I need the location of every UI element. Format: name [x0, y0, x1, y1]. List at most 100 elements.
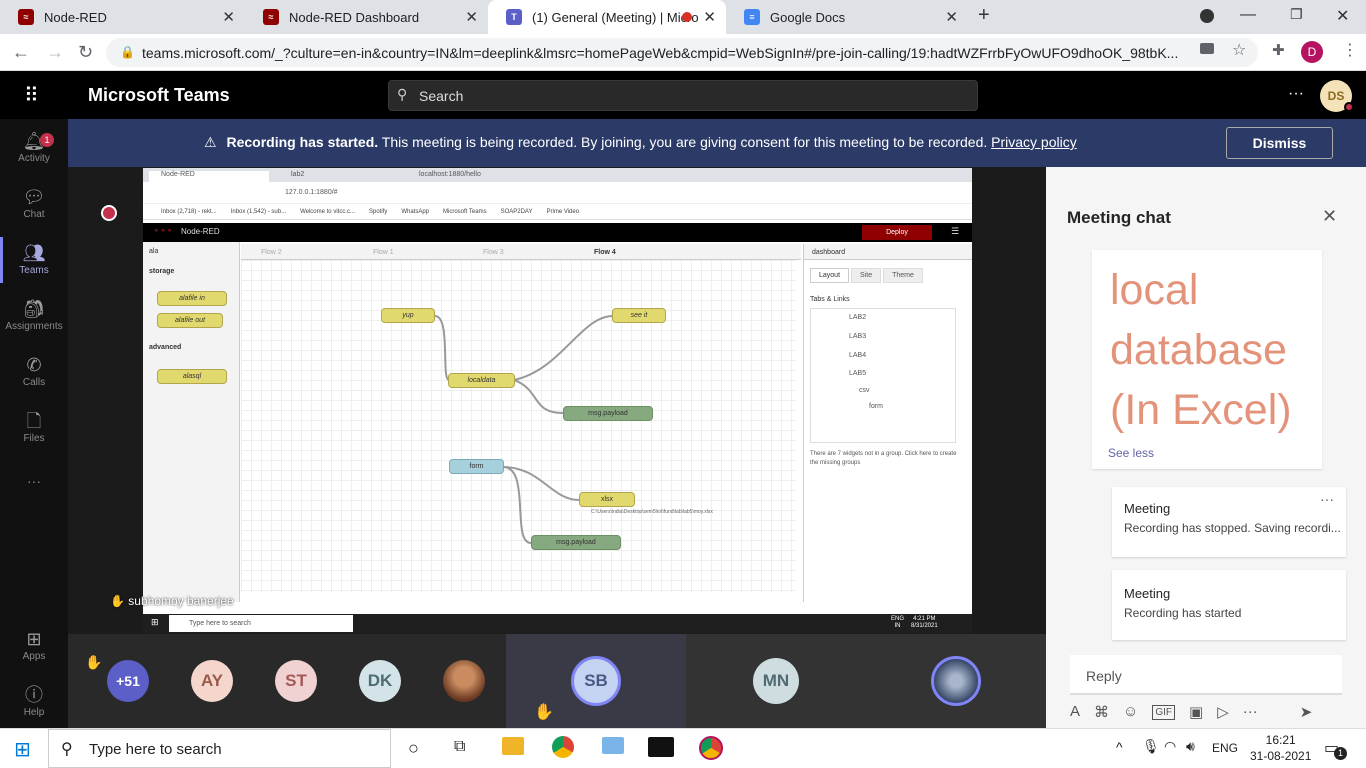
os-clock[interactable]: 16:21 31-08-2021: [1250, 732, 1311, 764]
flow-workspace[interactable]: yup see it localdata msg.payload form xl…: [241, 260, 796, 592]
flow-node-localdata[interactable]: localdata: [448, 373, 515, 388]
browser-tab-teams[interactable]: T (1) General (Meeting) | Micro ✕: [488, 0, 726, 34]
user-avatar[interactable]: DS: [1320, 80, 1354, 112]
tree-item[interactable]: LAB2: [849, 314, 866, 321]
chrome-profile-icon[interactable]: [699, 736, 723, 760]
privacy-policy-link[interactable]: Privacy policy: [991, 134, 1077, 150]
flow-tab[interactable]: Flow 2: [261, 249, 282, 256]
task-view-icon[interactable]: ⧉: [454, 738, 465, 756]
forward-icon[interactable]: →: [46, 42, 64, 63]
language-indicator[interactable]: ENG: [1212, 741, 1238, 755]
palette-search[interactable]: ala: [149, 248, 158, 255]
flow-node-debug[interactable]: msg.payload: [531, 535, 621, 550]
browser-menu-icon[interactable]: ⋮: [1342, 40, 1358, 60]
tree-item[interactable]: LAB4: [849, 352, 866, 359]
reply-input[interactable]: Reply: [1070, 655, 1342, 695]
close-window-icon[interactable]: ✕: [1336, 6, 1349, 26]
more-options-icon[interactable]: ···: [1243, 703, 1258, 723]
tree-item[interactable]: form: [869, 403, 883, 410]
tab-search-icon[interactable]: [1200, 9, 1214, 23]
url-bar[interactable]: 🔒 teams.microsoft.com/_?culture=en-in&co…: [106, 38, 1258, 67]
deploy-button[interactable]: Deploy: [862, 225, 932, 240]
rail-item-calls[interactable]: ✆ Calls: [0, 353, 68, 388]
flow-node-debug[interactable]: msg.payload: [563, 406, 653, 421]
volume-icon[interactable]: 🔊︎: [1186, 738, 1195, 755]
palette-section[interactable]: advanced: [149, 344, 181, 351]
dashboard-tab[interactable]: Layout: [810, 268, 850, 283]
settings-more-button[interactable]: ···: [1288, 85, 1304, 103]
reload-icon[interactable]: ↻: [78, 42, 93, 63]
computer-icon[interactable]: [602, 737, 624, 754]
profile-avatar[interactable]: D: [1301, 41, 1323, 63]
flow-node-xlsx[interactable]: xlsx: [579, 492, 635, 507]
tree-item[interactable]: csv: [859, 387, 870, 394]
tray-chevron-icon[interactable]: ^: [1116, 739, 1123, 755]
browser-tab-dashboard[interactable]: ≈ Node-RED Dashboard ✕: [245, 0, 488, 34]
chrome-icon[interactable]: [552, 736, 574, 758]
rail-item-apps[interactable]: ⊞ Apps: [0, 627, 68, 662]
palette-node[interactable]: alasql: [157, 369, 227, 384]
browser-tab-nodered[interactable]: ≈ Node-RED ✕: [0, 0, 245, 34]
meet-now-icon[interactable]: ▷: [1217, 703, 1229, 723]
os-search-box[interactable]: ⚲ Type here to search: [48, 729, 391, 768]
flow-node-see-it[interactable]: see it: [612, 308, 666, 323]
participant-tile-sb[interactable]: SB ✋: [506, 634, 686, 728]
new-tab-icon[interactable]: +: [978, 4, 990, 27]
wifi-icon[interactable]: ◠: [1164, 738, 1176, 755]
flow-tab[interactable]: Flow 4: [594, 249, 616, 256]
flow-tab[interactable]: Flow 3: [483, 249, 504, 256]
sticker-icon[interactable]: ▣: [1189, 703, 1203, 723]
missing-groups-note[interactable]: There are 7 widgets not in a group. Clic…: [810, 450, 962, 468]
cortana-icon[interactable]: ○: [408, 738, 419, 759]
rail-item-chat[interactable]: 💬︎ Chat: [0, 185, 68, 220]
palette-node[interactable]: alafile in: [157, 291, 227, 306]
sidebar-title[interactable]: dashboard: [812, 249, 845, 256]
rail-item-teams[interactable]: 👥︎ Teams: [0, 237, 68, 283]
rail-more-button[interactable]: ···: [0, 473, 68, 489]
file-explorer-icon[interactable]: [502, 737, 524, 755]
rail-item-files[interactable]: 🗋︎ Files: [0, 409, 68, 444]
rail-item-assignments[interactable]: 🎒︎ Assignments: [0, 297, 68, 332]
rail-item-activity[interactable]: 🔔︎ 1 Activity: [0, 129, 68, 164]
terminal-icon[interactable]: [648, 737, 674, 757]
nodered-menu-icon[interactable]: ☰: [951, 226, 959, 237]
minimize-icon[interactable]: —: [1240, 6, 1256, 24]
participant-tile[interactable]: [866, 634, 1046, 728]
palette-node[interactable]: alafile out: [157, 313, 223, 328]
dismiss-button[interactable]: Dismiss: [1226, 127, 1333, 159]
windows-start-icon[interactable]: ⊞: [14, 737, 31, 762]
close-tab-icon[interactable]: ✕: [945, 8, 958, 26]
close-tab-icon[interactable]: ✕: [703, 8, 716, 26]
restore-icon[interactable]: ❐: [1290, 6, 1303, 23]
back-icon[interactable]: ←: [12, 42, 30, 63]
tree-item[interactable]: LAB5: [849, 370, 866, 377]
close-tab-icon[interactable]: ✕: [465, 8, 478, 26]
format-icon[interactable]: A: [1070, 703, 1080, 723]
participant-tile-mn[interactable]: MN: [686, 634, 866, 728]
camera-icon[interactable]: [1200, 43, 1214, 54]
send-icon[interactable]: ➤: [1300, 703, 1313, 723]
tree-item[interactable]: LAB3: [849, 333, 866, 340]
close-chat-icon[interactable]: ✕: [1322, 206, 1337, 227]
flow-node-form[interactable]: form: [449, 459, 504, 474]
app-launcher-icon[interactable]: ⠿: [24, 83, 40, 108]
dashboard-tab[interactable]: Theme: [883, 268, 923, 283]
attach-icon[interactable]: ⌘: [1094, 703, 1109, 723]
emoji-icon[interactable]: ☺: [1123, 703, 1138, 723]
flow-node-yup[interactable]: yup: [381, 308, 435, 323]
extensions-icon[interactable]: ✚: [1272, 41, 1285, 59]
see-less-link[interactable]: See less: [1108, 446, 1154, 460]
dashboard-tab[interactable]: Site: [851, 268, 882, 283]
chat-message[interactable]: Meeting ··· Recording has stopped. Savin…: [1112, 487, 1346, 557]
message-more-button[interactable]: ···: [1320, 491, 1334, 507]
gif-icon[interactable]: GIF: [1152, 705, 1176, 720]
search-input[interactable]: ⚲ Search: [388, 80, 978, 111]
browser-tab-docs[interactable]: ≡ Google Docs ✕: [726, 0, 968, 34]
flow-tab[interactable]: Flow 1: [373, 249, 394, 256]
url-text: teams.microsoft.com/_?culture=en-in&coun…: [142, 44, 1179, 61]
close-tab-icon[interactable]: ✕: [222, 8, 235, 26]
palette-section[interactable]: storage: [149, 268, 174, 275]
mic-icon[interactable]: 🎙︎: [1142, 738, 1160, 755]
chat-message[interactable]: Meeting Recording has started: [1112, 570, 1346, 640]
bookmark-star-icon[interactable]: ☆: [1232, 40, 1246, 60]
